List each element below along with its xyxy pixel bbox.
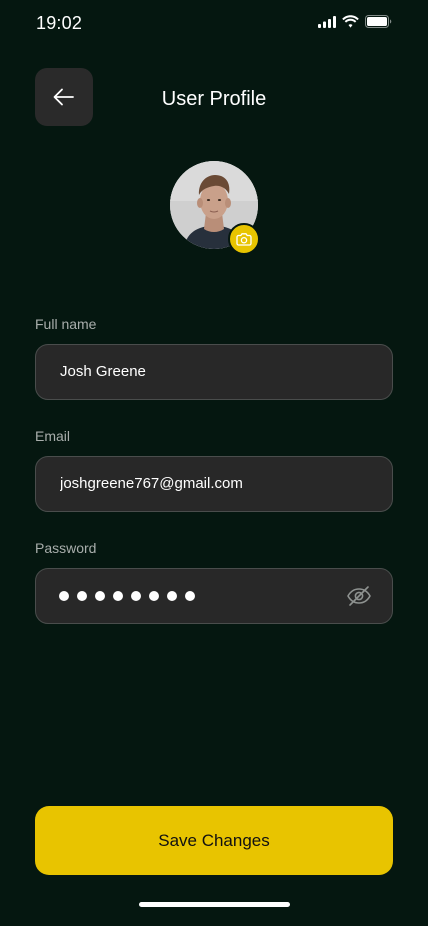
full-name-input[interactable] [60, 345, 360, 399]
wifi-icon [342, 15, 359, 28]
home-indicator [139, 902, 290, 907]
password-dot [149, 591, 159, 601]
email-input[interactable] [60, 457, 360, 511]
password-field[interactable] [35, 568, 393, 624]
status-bar: 19:02 [0, 0, 428, 48]
password-masked-value[interactable] [59, 569, 195, 623]
password-dot [59, 591, 69, 601]
full-name-field[interactable] [35, 344, 393, 400]
save-changes-button[interactable]: Save Changes [35, 806, 393, 875]
password-dot [185, 591, 195, 601]
battery-icon [365, 15, 392, 28]
password-dot [167, 591, 177, 601]
email-field[interactable] [35, 456, 393, 512]
eye-off-icon [347, 586, 371, 606]
cellular-signal-icon [318, 15, 336, 28]
full-name-label: Full name [35, 316, 97, 332]
change-photo-button[interactable] [228, 223, 260, 255]
password-visibility-toggle[interactable] [346, 584, 372, 608]
avatar-container [170, 161, 260, 255]
user-profile-screen: 19:02 User Profile Full name Josh Greene… [0, 0, 428, 926]
page-title: User Profile [161, 88, 267, 110]
status-icons [318, 15, 392, 28]
password-dot [113, 591, 123, 601]
password-dot [77, 591, 87, 601]
password-dot [95, 591, 105, 601]
email-label: Email [35, 428, 71, 444]
password-dot [131, 591, 141, 601]
status-time: 19:02 [36, 13, 83, 33]
password-label: Password [35, 540, 97, 556]
camera-icon [236, 233, 252, 246]
